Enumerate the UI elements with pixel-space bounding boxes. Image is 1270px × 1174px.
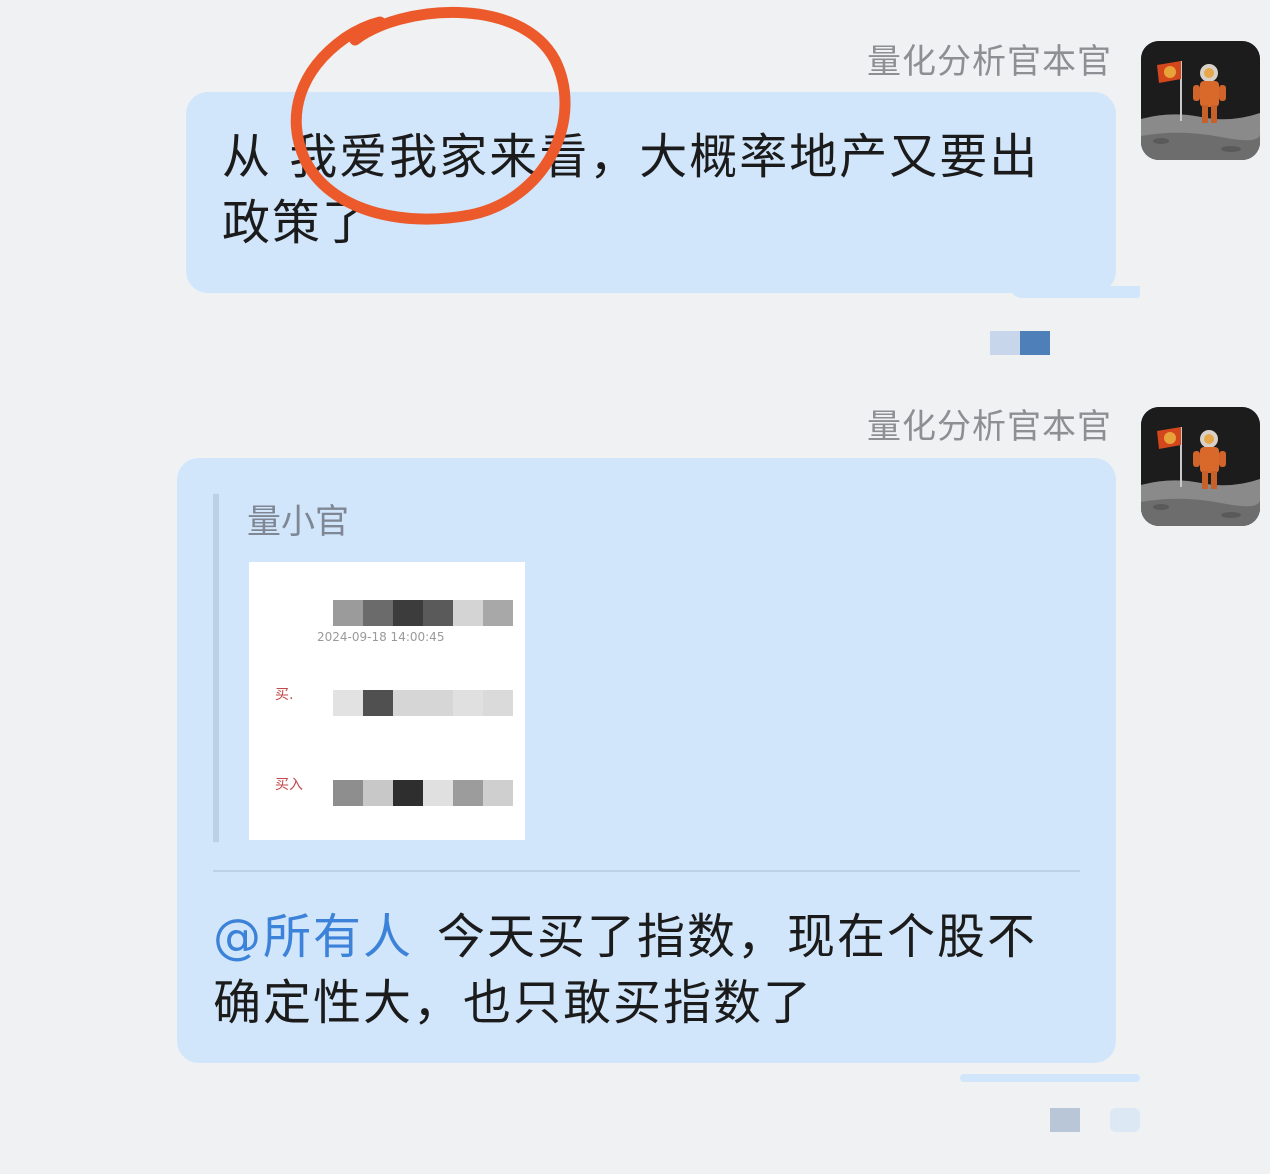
quoted-message[interactable]: 量小官 2024-09-18 14:00:45 买. 买入 (213, 494, 1079, 842)
bubble-tail (1010, 286, 1140, 298)
read-status-icon (1050, 1108, 1140, 1132)
sender-name: 量化分析官本官 (867, 42, 1112, 82)
quote-author: 量小官 (247, 502, 349, 542)
quoted-image-thumbnail[interactable]: 2024-09-18 14:00:45 买. 买入 (249, 562, 525, 840)
message-text: 从 我爱我家来看，大概率地产又要出政策了 (222, 129, 1040, 251)
blurred-region (333, 780, 513, 806)
thumbnail-date: 2024-09-18 14:00:45 (317, 630, 445, 644)
blurred-region (333, 690, 513, 716)
message-text: @所有人 今天买了指数，现在个股不确定性大，也只敢买指数了 (213, 904, 1083, 1036)
avatar[interactable] (1141, 41, 1260, 160)
read-status-icon (990, 331, 1050, 355)
blurred-region (333, 600, 513, 626)
mention-all[interactable]: @所有人 (213, 909, 413, 965)
bubble-tail (960, 1074, 1140, 1082)
avatar[interactable] (1141, 407, 1260, 526)
quote-divider (213, 870, 1080, 872)
astronaut-avatar-icon (1141, 41, 1260, 160)
astronaut-avatar-icon (1141, 407, 1260, 526)
message-bubble[interactable]: 从 我爱我家来看，大概率地产又要出政策了 (186, 92, 1116, 293)
sender-name: 量化分析官本官 (867, 407, 1112, 447)
thumbnail-label: 买. (275, 687, 294, 703)
thumbnail-label: 买入 (275, 777, 303, 793)
message-bubble[interactable]: 量小官 2024-09-18 14:00:45 买. 买入 @所有人 今天买了指数… (177, 458, 1116, 1063)
